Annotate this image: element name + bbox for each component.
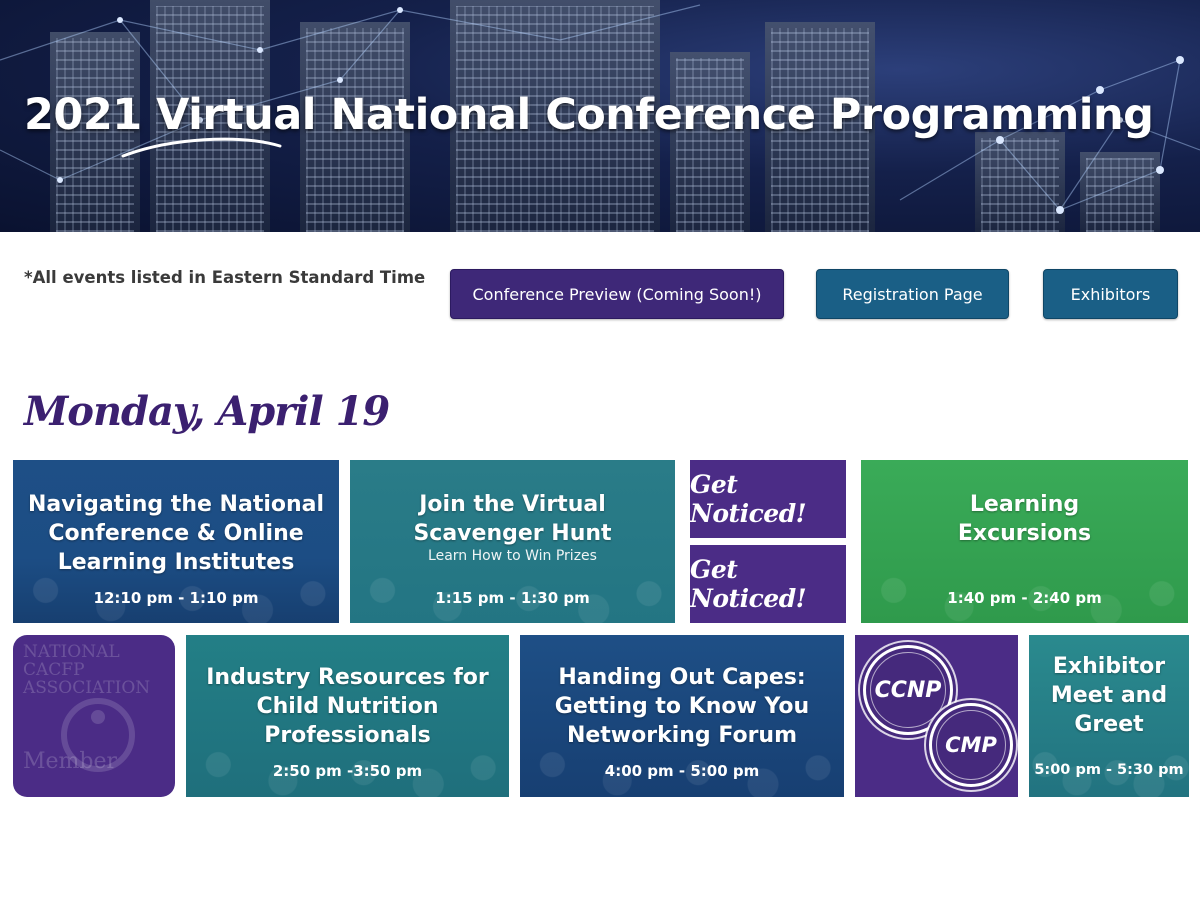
tile-title: Industry Resources for Child Nutrition P…: [186, 663, 509, 750]
tile-title: Handing Out Capes: Getting to Know You N…: [520, 663, 844, 750]
session-tile-handing-out-capes[interactable]: Handing Out Capes: Getting to Know You N…: [520, 635, 844, 797]
ccnp-cmp-credentials-tile[interactable]: CCNP CMP: [855, 635, 1018, 797]
tile-time: 12:10 pm - 1:10 pm: [93, 589, 259, 607]
watermark-line: CACFP: [23, 660, 85, 680]
get-noticed-tile[interactable]: Get Noticed!: [690, 545, 846, 623]
conference-preview-button[interactable]: Conference Preview (Coming Soon!): [450, 269, 784, 319]
tile-time: 5:00 pm - 5:30 pm: [1034, 762, 1184, 778]
tile-title-line: Getting to Know You: [554, 694, 810, 719]
tile-title-line: Professionals: [264, 723, 431, 748]
tile-title-line: Learning: [969, 492, 1080, 517]
day-heading: Monday, April 19: [24, 388, 390, 435]
session-tile-learning-excursions[interactable]: Learning Excursions 1:40 pm - 2:40 pm: [861, 460, 1188, 623]
session-tile-navigating-conference[interactable]: Navigating the National Conference & Onl…: [13, 460, 339, 623]
tile-title-line: Greet: [1074, 712, 1144, 737]
tile-title-line: Join the Virtual: [419, 492, 606, 517]
session-tile-industry-resources[interactable]: Industry Resources for Child Nutrition P…: [186, 635, 509, 797]
tile-title-line: Scavenger Hunt: [413, 521, 612, 546]
page-title: 2021 Virtual National Conference Program…: [24, 90, 1154, 140]
tile-subtitle: Learn How to Win Prizes: [428, 548, 597, 564]
session-tile-exhibitor-meet-greet[interactable]: Exhibitor Meet and Greet 5:00 pm - 5:30 …: [1029, 635, 1189, 797]
cmp-badge-icon: CMP: [929, 703, 1013, 787]
tile-title: Learning Excursions: [861, 490, 1188, 548]
tile-title-line: Child Nutrition: [256, 694, 439, 719]
watermark-member: Member: [23, 749, 118, 774]
cacfp-member-tile[interactable]: NATIONAL CACFP ASSOCIATION Member: [13, 635, 175, 797]
exhibitors-button[interactable]: Exhibitors: [1043, 269, 1178, 319]
tile-title-line: Industry Resources for: [206, 665, 489, 690]
tile-title: Join the Virtual Scavenger Hunt: [350, 490, 675, 548]
get-noticed-tile[interactable]: Get Noticed!: [690, 460, 846, 538]
session-tile-scavenger-hunt[interactable]: Join the Virtual Scavenger Hunt Learn Ho…: [350, 460, 675, 623]
tile-title: Exhibitor Meet and Greet: [1029, 652, 1189, 739]
tile-time: 2:50 pm -3:50 pm: [272, 762, 423, 780]
tile-title-line: Learning Institutes: [57, 550, 295, 575]
tile-title-line: Networking Forum: [566, 723, 798, 748]
tile-time: 1:40 pm - 2:40 pm: [947, 589, 1102, 607]
tile-title-line: Exhibitor: [1052, 654, 1166, 679]
tile-title-line: Meet and: [1050, 683, 1168, 708]
underline-swoosh: [121, 137, 282, 158]
hero-banner: 2021 Virtual National Conference Program…: [0, 0, 1200, 232]
tile-title: Navigating the National Conference & Onl…: [13, 490, 339, 577]
timezone-note: *All events listed in Eastern Standard T…: [24, 268, 426, 287]
tile-title-line: Handing Out Capes:: [558, 665, 806, 690]
watermark-text: NATIONAL CACFP ASSOCIATION: [23, 643, 150, 697]
tile-time: 4:00 pm - 5:00 pm: [604, 762, 760, 780]
tile-time: 1:15 pm - 1:30 pm: [435, 589, 590, 607]
tile-title-line: Excursions: [957, 521, 1092, 546]
tile-title-line: Conference & Online: [48, 521, 304, 546]
registration-page-button[interactable]: Registration Page: [816, 269, 1009, 319]
tile-title-line: Navigating the National: [27, 492, 325, 517]
watermark-line: NATIONAL: [23, 642, 120, 662]
